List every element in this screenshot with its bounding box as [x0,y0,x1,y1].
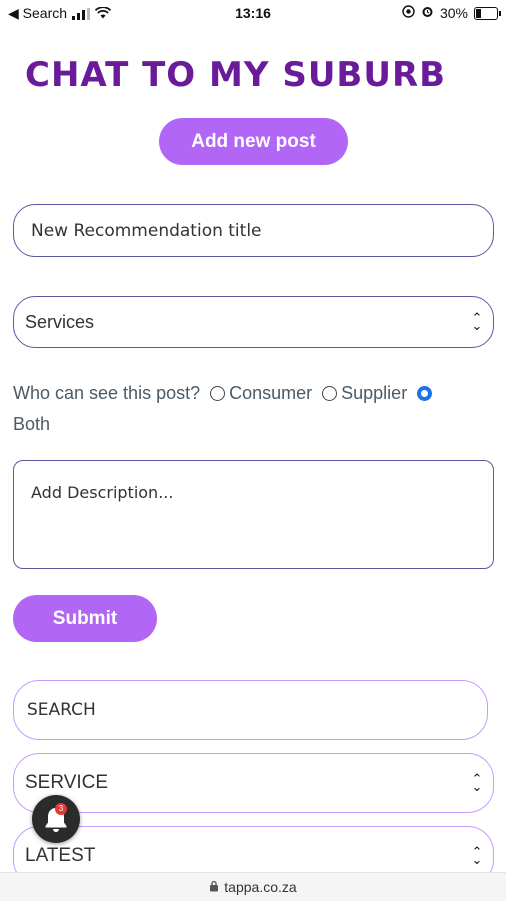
audience-selector: Who can see this post? Consumer Supplier Bo… [13,378,498,440]
bell-icon [45,808,67,832]
location-icon [402,5,415,21]
battery-level [476,8,481,18]
battery-icon [474,6,501,20]
radio-supplier[interactable] [322,386,338,401]
service-value: SERVICE [25,772,109,793]
url-text: tappa.co.za [224,879,297,895]
lock-icon [209,879,219,895]
notifications-button[interactable]: 3 [32,795,80,843]
alarm-icon [421,5,434,21]
search-input[interactable]: SEARCH [13,680,488,740]
recommendation-title-input[interactable]: New Recommendation title [13,204,494,257]
notification-badge: 3 [55,803,67,815]
category-select[interactable]: Services ⌃ ⌄ [13,296,494,348]
category-value: Services [25,311,95,332]
page-title: CHAT TO MY SUBURB [25,55,447,95]
add-new-post-button[interactable]: Add new post [159,118,348,165]
battery-percent: 30% [439,5,468,21]
search-placeholder: SEARCH [27,700,96,720]
radio-consumer[interactable] [210,386,226,401]
description-textarea[interactable]: Add Description... [13,460,494,569]
status-right: 30% [402,5,501,21]
option-both-label: Both [13,414,51,434]
option-supplier-label: Supplier [341,383,408,403]
select-arrows-icon: ⌃ ⌄ [471,771,483,794]
submit-button[interactable]: Submit [13,595,157,642]
sort-value: LATEST [25,845,96,866]
select-arrows-icon: ⌃ ⌄ [471,844,483,867]
status-bar: ◀ Search 13:16 30% [0,0,506,28]
description-placeholder: Add Description... [31,483,174,502]
audience-question: Who can see this post? [13,383,201,403]
option-consumer-label: Consumer [229,383,313,403]
title-placeholder: New Recommendation title [31,220,262,241]
service-filter-select[interactable]: SERVICE ⌃ ⌄ [13,753,494,813]
radio-both[interactable] [417,386,433,401]
browser-url-bar[interactable]: tappa.co.za [0,872,506,901]
select-arrows-icon: ⌃ ⌄ [471,310,483,333]
